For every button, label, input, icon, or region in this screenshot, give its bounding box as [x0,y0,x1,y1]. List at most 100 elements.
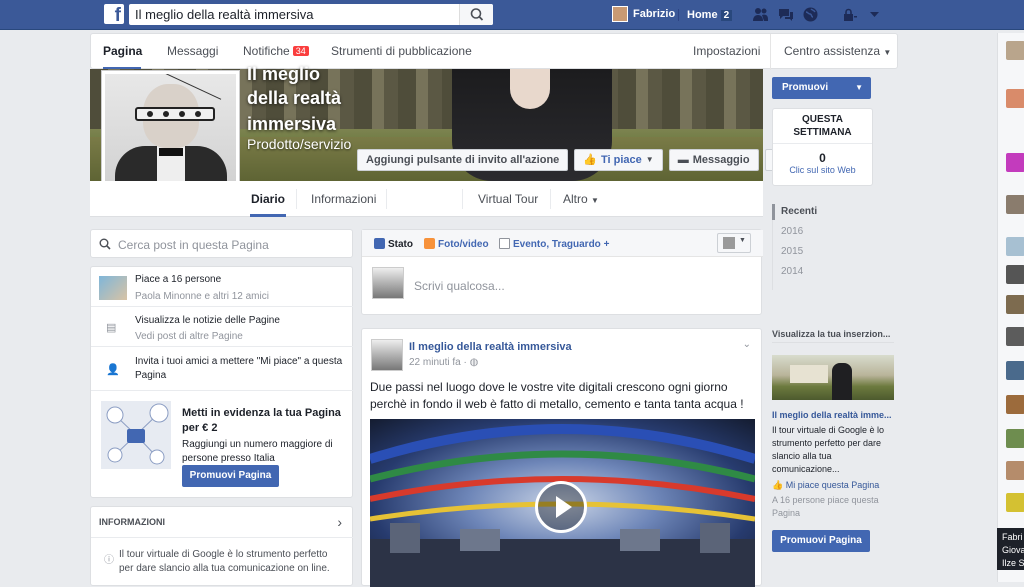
avatar[interactable] [1006,41,1024,60]
avatar[interactable] [1006,265,1024,284]
post-options-icon[interactable]: ⌄ [743,339,751,350]
timeline-2014[interactable]: 2014 [781,266,803,277]
lock-icon[interactable] [841,6,858,23]
chevron-down-icon: ▼ [645,155,654,164]
tab-altro[interactable]: Altro ▼ [563,192,599,206]
tab-publishing-tools[interactable]: Strumenti di pubblicazione [331,44,472,58]
promo-network-icon [106,403,169,465]
add-cta-button[interactable]: Aggiungi pulsante di invito all'azione [357,149,569,171]
search-icon [470,8,484,21]
timeline-recent[interactable]: Recenti [781,206,817,217]
likes-title: Piace a 16 persone [135,274,222,285]
search-placeholder: Cerca post in questa Pagina [118,238,269,252]
promote-page-button[interactable]: Promuovi Pagina [182,465,279,487]
avatar[interactable] [1006,89,1024,108]
avatar[interactable] [1006,461,1024,480]
composer-tabs: Stato Foto/video Evento, Traguardo + ▼ [362,230,763,257]
composer-tab-status[interactable]: Stato [374,238,413,250]
settings-link[interactable]: Impostazioni [693,44,760,58]
divider [550,189,551,209]
likes-row[interactable]: Piace a 16 persone Paola Minonne e altri… [91,267,354,307]
timeline-2016[interactable]: 2016 [781,226,803,237]
search-input[interactable] [129,4,459,25]
page-admin-nav: Pagina Messaggi Notifiche 34 Strumenti di… [90,33,898,70]
week-label[interactable]: Clic sul sito Web [773,165,872,175]
profile-link[interactable]: Fabrizio [612,6,675,22]
ad-like-link[interactable]: 👍 Mi piace questa Pagina [772,480,879,491]
calendar-icon [499,238,510,249]
ad-preview-image[interactable] [772,355,894,400]
help-center-link[interactable]: Centro assistenza ▼ [784,44,891,58]
chevron-down-icon: ▼ [855,83,863,92]
message-button[interactable]: ▬ Messaggio [668,149,759,171]
ad-promote-button[interactable]: Promuovi Pagina [772,530,870,552]
divider [296,189,297,209]
page-title-line-1: Il meglio [247,64,321,84]
tab-informazioni[interactable]: Informazioni [311,192,376,206]
post-as-selector[interactable]: ▼ [717,233,751,253]
info-text: Il tour virtuale di Google è lo strument… [119,549,330,574]
tab-notifiche[interactable]: Notifiche 34 [243,44,309,58]
home-label: Home [687,9,718,21]
info-icon: ⓘ [104,555,114,566]
like-button[interactable]: 👍 Ti piace ▼ [574,149,663,171]
cover-actions: Aggiungi pulsante di invito all'azione 👍… [357,149,797,171]
chat-tooltip: Fabri Giova Ilze S [997,528,1024,570]
info-header: INFORMAZIONI [99,517,165,527]
search-box [129,4,493,25]
invite-row[interactable]: 👤 Invita i tuoi amici a mettere "Mi piac… [91,347,354,391]
like-button-label: Ti piace [601,154,642,166]
notification-count-badge: 34 [292,46,309,56]
friends-icon[interactable] [752,6,769,23]
promo-title: Metti in evidenza la tua Pagina per € 2 [182,407,341,434]
avatar[interactable] [1006,395,1024,414]
ad-preview-header[interactable]: Visualizza la tua inserzion... [772,329,897,339]
week-value: 0 [819,151,826,165]
avatar[interactable] [1006,153,1024,172]
tab-virtual-tour[interactable]: Virtual Tour [478,192,538,206]
timeline-2015[interactable]: 2015 [781,246,803,257]
globe-icon[interactable] [802,6,819,23]
avatar[interactable] [1006,195,1024,214]
facebook-logo-icon[interactable]: f [104,4,124,24]
avatar[interactable] [1006,237,1024,256]
avatar[interactable] [371,339,403,371]
home-link[interactable]: Home 2 [687,9,733,21]
page-post-search[interactable]: Cerca post in questa Pagina [90,229,353,258]
messages-icon[interactable] [777,6,794,23]
tab-messaggi[interactable]: Messaggi [167,44,218,58]
weekly-stats-card: QUESTA SETTIMANA 0 Clic sul sito Web [772,108,873,186]
avatar[interactable] [1006,493,1024,512]
composer-tab-photo-label: Foto/video [438,239,489,250]
tab-diario[interactable]: Diario [251,192,285,206]
active-year-indicator [772,204,775,220]
promote-button-label: Promuovi [782,82,829,93]
post-author[interactable]: Il meglio della realtà immersiva [409,341,572,353]
promo-illustration [101,401,171,469]
composer-tab-event[interactable]: Evento, Traguardo + [499,238,609,250]
avatar [612,6,628,22]
post-timestamp[interactable]: 22 minuti fa · ◍ [409,357,478,368]
promote-button[interactable]: Promuovi ▼ [772,77,871,99]
avatar[interactable] [1006,327,1024,346]
tab-pagina[interactable]: Pagina [103,44,142,58]
avatar[interactable] [1006,361,1024,380]
photo-icon [424,238,435,249]
play-button[interactable] [535,481,587,533]
chevron-down-icon: ▼ [739,237,746,244]
composer-tab-photo[interactable]: Foto/video [424,238,489,250]
page-category[interactable]: Prodotto/servizio [247,136,351,153]
chevron-down-icon[interactable] [866,6,883,23]
ad-title[interactable]: Il meglio della realtà imme... [772,410,897,420]
post-video[interactable] [370,419,755,587]
news-row[interactable]: ▤ Visualizza le notizie delle Pagine Ved… [91,307,354,347]
ad-image-building [790,365,828,383]
avatar[interactable] [1006,429,1024,448]
chevron-right-icon[interactable]: › [337,514,342,530]
likes-subtitle: Paola Minonne e altri 12 amici [135,291,269,302]
search-button[interactable] [459,4,493,25]
avatar[interactable] [1006,295,1024,314]
composer-input[interactable]: Scrivi qualcosa... [414,279,505,293]
tooltip-line-1: Fabri [1002,532,1023,542]
thumbs-up-icon: 👍 [772,480,784,490]
